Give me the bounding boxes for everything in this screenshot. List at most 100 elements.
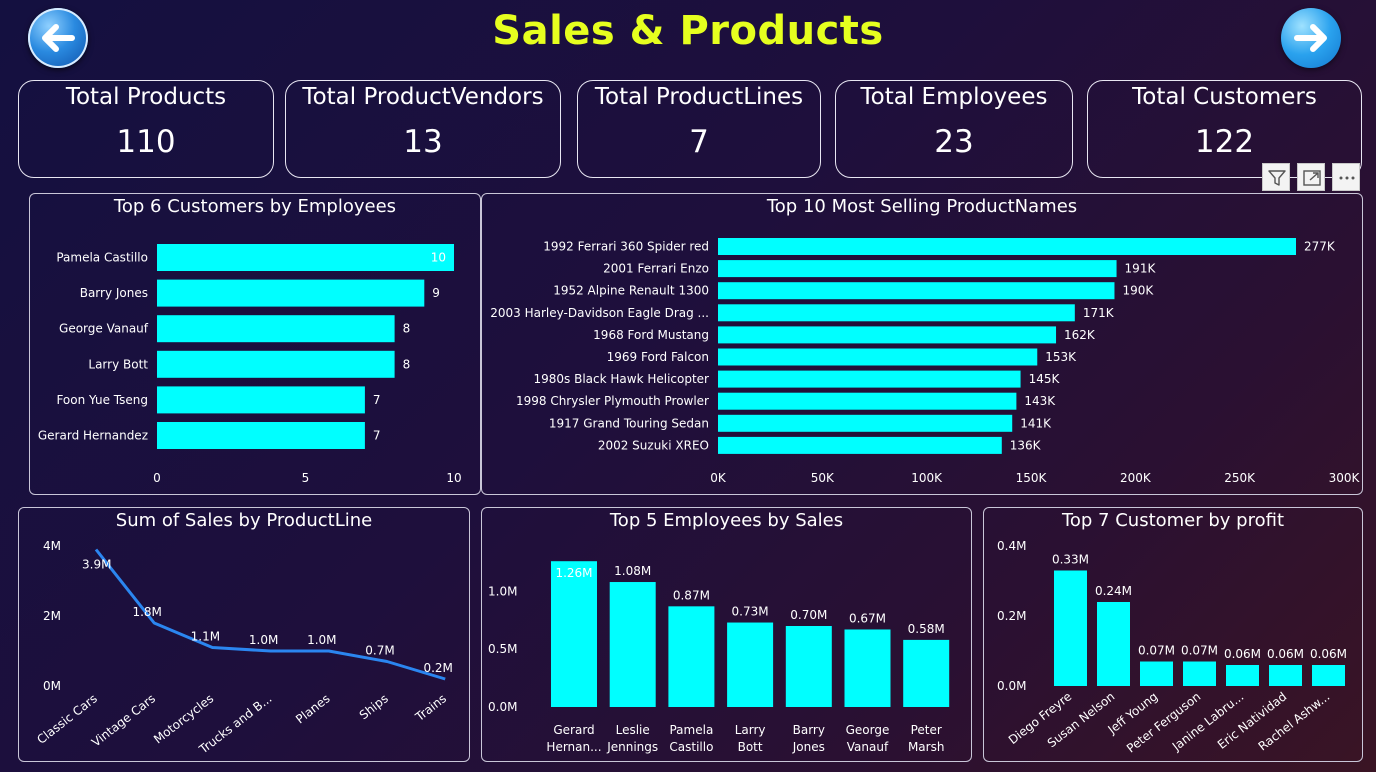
category-label: Larry Bott xyxy=(88,357,148,371)
bar xyxy=(157,315,395,343)
data-label: 1.0M xyxy=(307,633,336,647)
bar xyxy=(718,436,1002,454)
data-label: 0.06M xyxy=(1310,647,1347,661)
kpi-label: Total ProductLines xyxy=(594,84,804,110)
filter-icon xyxy=(1268,170,1286,186)
data-label: 145K xyxy=(1029,372,1061,386)
category-label: Foon Yue Tseng xyxy=(56,393,148,407)
x-category-label: Janine Labru... xyxy=(1169,689,1246,754)
kpi-value: 23 xyxy=(934,124,974,160)
kpi-label: Total Products xyxy=(65,84,227,110)
x-category-label: Jones xyxy=(792,740,825,754)
forward-button[interactable] xyxy=(1281,8,1341,68)
data-label: 0.33M xyxy=(1052,553,1089,567)
y-tick-label: 0.0M xyxy=(488,700,517,714)
bar xyxy=(718,348,1038,366)
data-label: 0.07M xyxy=(1181,644,1218,658)
x-tick-label: 300K xyxy=(1329,471,1361,485)
kpi-value: 110 xyxy=(116,124,176,160)
x-category-label: Gerard xyxy=(553,723,594,737)
category-label: 1952 Alpine Renault 1300 xyxy=(553,284,709,298)
category-label: 1968 Ford Mustang xyxy=(593,328,709,342)
y-tick-label: 2M xyxy=(43,609,61,623)
data-label: 141K xyxy=(1020,416,1052,430)
data-label: 7 xyxy=(373,393,381,407)
x-category-label: Ships xyxy=(357,691,391,722)
bar xyxy=(844,629,891,707)
bar xyxy=(718,414,1013,432)
chart-panel-profit[interactable]: Top 7 Customer by profit 0.0M 0.2M 0.4M 0.3… xyxy=(983,507,1363,762)
data-label: 0.7M xyxy=(365,644,394,658)
data-label: 0.07M xyxy=(1138,644,1175,658)
data-label: 171K xyxy=(1083,306,1115,320)
kpi-label: Total Customers xyxy=(1132,84,1317,110)
data-label: 0.06M xyxy=(1224,647,1261,661)
bar xyxy=(1097,602,1130,686)
kpi-card-total-productvendors: Total ProductVendors 13 xyxy=(285,80,561,178)
category-label: Gerard Hernandez xyxy=(38,429,148,443)
x-category-label: Bott xyxy=(738,740,763,754)
data-label: 7 xyxy=(373,429,381,443)
x-category-label: Vintage Cars xyxy=(89,691,158,749)
category-label: George Vanauf xyxy=(59,322,149,336)
kpi-card-total-products: Total Products 110 xyxy=(18,80,274,178)
bar xyxy=(551,561,597,707)
data-label: 0.70M xyxy=(790,608,827,622)
kpi-value: 7 xyxy=(689,124,709,160)
y-tick-label: 0M xyxy=(43,679,61,693)
data-label: 1.1M xyxy=(191,630,220,644)
bar xyxy=(1269,665,1302,686)
more-options-button[interactable] xyxy=(1332,163,1360,191)
data-label: 143K xyxy=(1024,394,1056,408)
bar xyxy=(157,386,365,414)
bar xyxy=(157,244,454,271)
x-category-label: Peter xyxy=(911,723,942,737)
x-tick-label: 5 xyxy=(302,471,310,485)
bar xyxy=(718,392,1017,410)
filter-button[interactable] xyxy=(1262,163,1290,191)
category-label: 2003 Harley-Davidson Eagle Drag ... xyxy=(490,306,709,320)
bar xyxy=(1054,570,1087,686)
chart-panel-productline[interactable]: Sum of Sales by ProductLine 0M 2M 4M 3.9M Cl… xyxy=(18,507,470,762)
x-category-label: Marsh xyxy=(908,740,945,754)
x-category-label: Trains xyxy=(412,691,449,724)
arrow-right-icon xyxy=(1294,24,1327,52)
category-label: 1998 Chrysler Plymouth Prowler xyxy=(516,394,709,408)
x-tick-label: 10 xyxy=(446,471,461,485)
bar xyxy=(1140,661,1173,686)
data-label: 0.2M xyxy=(423,661,452,675)
x-tick-label: 150K xyxy=(1016,471,1048,485)
data-label: 1.8M xyxy=(132,605,161,619)
x-category-label: Hernan... xyxy=(546,740,601,754)
x-tick-label: 200K xyxy=(1120,471,1152,485)
data-label: 0.73M xyxy=(732,605,769,619)
page-title: Sales & Products xyxy=(492,8,884,54)
chart-panel-employees[interactable]: Top 5 Employees by Sales 0.0M 0.5M 1.0M 1.2… xyxy=(481,507,972,762)
bar xyxy=(1226,665,1259,686)
category-label: Barry Jones xyxy=(80,286,148,300)
chart-employees-by-sales: 0.0M 0.5M 1.0M 1.26M Gerard Hernan... 1.08M Les… xyxy=(488,561,950,754)
x-category-label: Castillo xyxy=(669,740,713,754)
data-label: 8 xyxy=(403,357,411,371)
bar xyxy=(157,350,395,378)
kpi-value: 13 xyxy=(403,124,443,160)
focus-mode-button[interactable] xyxy=(1297,163,1325,191)
kpi-label: Total ProductVendors xyxy=(302,84,544,110)
data-label: 277K xyxy=(1304,240,1336,254)
category-label: 2002 Suzuki XREO xyxy=(598,438,709,452)
x-category-label: Jennings xyxy=(606,740,658,754)
bar xyxy=(718,304,1075,322)
chart-sales-by-productline: 0M2M4M3.9MClassic Cars1.8MVintage Cars1.… xyxy=(34,539,453,757)
x-category-label: Peter Ferguson xyxy=(1124,689,1203,755)
y-tick-label: 4M xyxy=(43,539,61,553)
y-tick-label: 0.5M xyxy=(488,642,517,656)
y-tick-label: 1.0M xyxy=(488,584,517,598)
x-category-label: Leslie xyxy=(616,723,650,737)
data-label: 153K xyxy=(1045,350,1077,364)
chart-panel-customers[interactable]: Top 6 Customers by Employees Pamela Cast… xyxy=(29,193,481,495)
data-label: 9 xyxy=(432,286,440,300)
data-label: 0.58M xyxy=(908,622,945,636)
chart-panel-products[interactable]: Top 10 Most Selling ProductNames 1992 Fe… xyxy=(481,193,1363,495)
bar xyxy=(785,626,832,707)
x-tick-label: 50K xyxy=(811,471,835,485)
